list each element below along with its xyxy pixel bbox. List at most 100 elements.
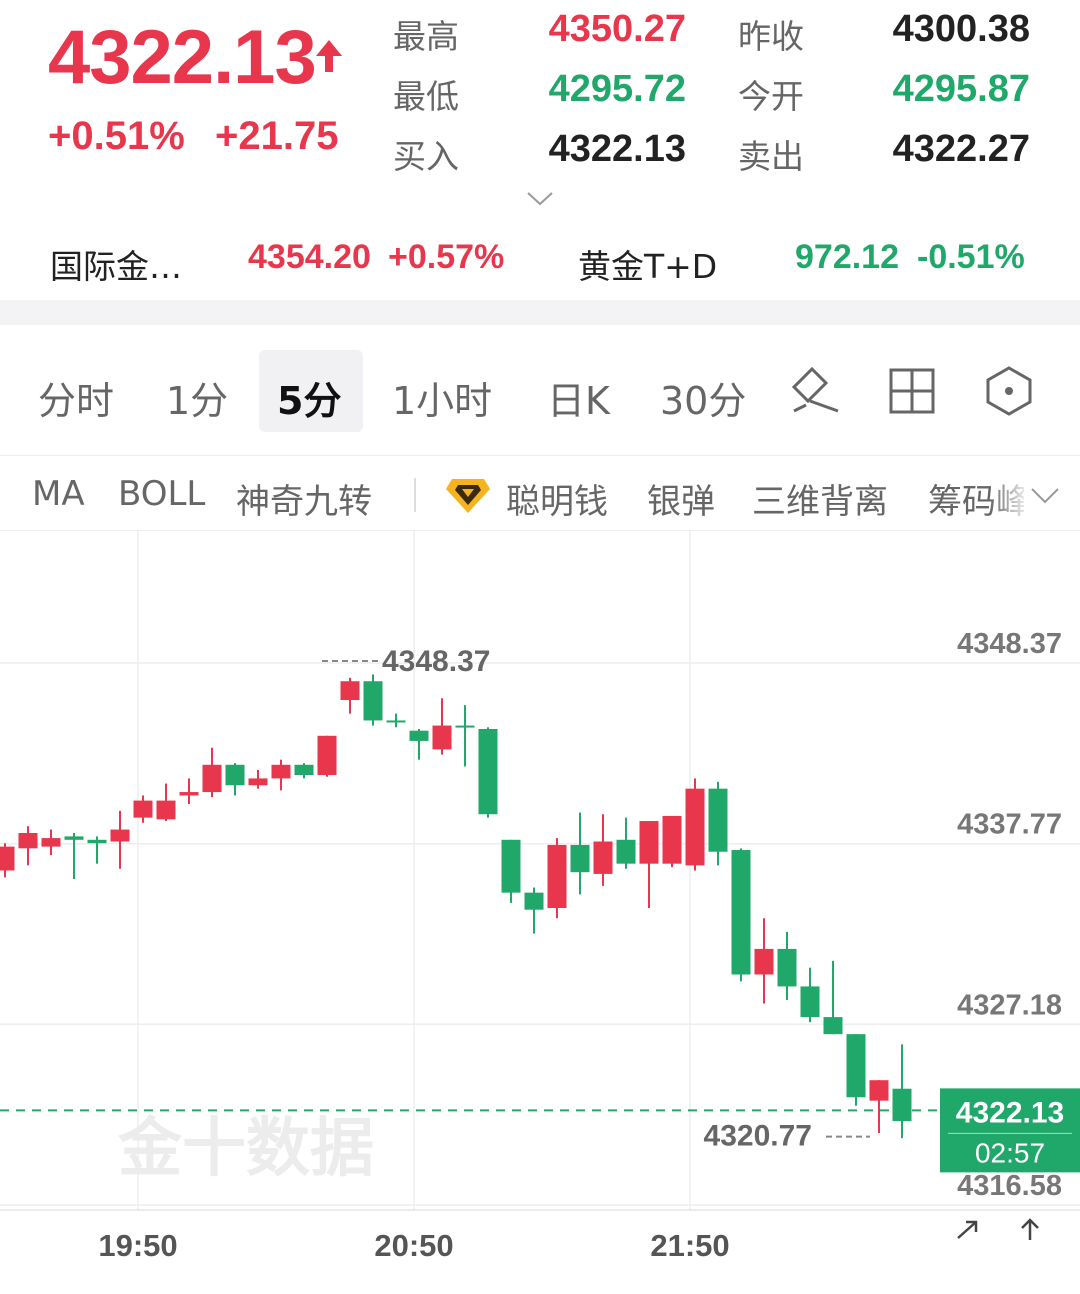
candle [294,763,314,779]
candle [271,759,291,791]
candle [892,1044,912,1139]
indicator-3d-divergence[interactable]: 三维背离 [752,474,888,523]
candle-body [754,948,774,975]
quote-header: 4322.13 +0.51% +21.75 最高 4350.27 最低 4295… [0,0,1080,300]
indicator-silver-bullet[interactable]: 银弹 [647,474,715,523]
low-value: 4295.72 [548,68,686,110]
candle [156,783,176,822]
related-name-0[interactable]: 国际金… [50,240,182,288]
candle-body [409,730,429,741]
y-tick-label: 4348.37 [957,628,1062,660]
indicator-magic-nine[interactable]: 神奇九转 [236,474,372,523]
ask-label: 卖出 [738,137,804,176]
indicator-divider [414,478,416,512]
candle-body [271,764,291,779]
y-tick-label: 4327.18 [957,989,1062,1021]
expand-icon-line [957,1221,977,1239]
candle [64,832,84,880]
candle [133,795,153,823]
countdown-label: 02:57 [975,1137,1045,1168]
candle [501,839,521,903]
high-label: 最高 [393,17,459,56]
candle [87,836,107,864]
current-price-label: 4322.13 [956,1096,1064,1129]
related-change-1: -0.51% [917,238,1025,276]
related-price-1: 972.12 [795,238,899,276]
change-amount: +21.75 [215,114,339,158]
candle [455,705,475,767]
candle [731,848,751,982]
candle-body [547,844,567,908]
candle-body [846,1034,866,1098]
candle-body [432,725,452,750]
tab-5min[interactable]: 5分 [277,370,341,425]
indicator-ma[interactable]: MA [32,474,85,514]
candle-body [133,800,153,818]
candle [478,727,498,818]
related-price-0: 4354.20 [248,238,371,276]
tab-fenshi[interactable]: 分时 [38,370,114,425]
candle [225,763,245,796]
candle-body [455,725,475,728]
candle [708,781,728,866]
settings-hex-icon[interactable] [984,365,1034,417]
x-tick-label: 21:50 [650,1228,729,1263]
diamond-badge-icon [446,479,490,513]
expand-icon[interactable] [957,1220,978,1239]
chevron-down-icon[interactable] [1030,486,1060,506]
candle-body [110,829,130,842]
indicator-boll[interactable]: BOLL [118,474,205,514]
candle [547,838,567,919]
candle [846,1034,866,1106]
candle-body [41,838,61,847]
candle [524,887,544,934]
candle-body [593,841,613,874]
candle-body [87,839,107,844]
candle-body [363,681,383,721]
tab-1min[interactable]: 1分 [166,370,228,425]
indicator-smart-money[interactable]: 聪明钱 [506,474,608,523]
candle-body [869,1080,889,1101]
candle [363,674,383,726]
candle [593,814,613,886]
watermark: 金十数据 [117,1112,374,1186]
high-value: 4350.27 [548,8,686,50]
chevron-down-icon[interactable] [526,190,554,208]
open-label: 今开 [738,77,804,116]
candle-body [501,839,521,893]
grid-layout-icon[interactable] [888,367,936,415]
candle-body [386,720,406,723]
bid-value: 4322.13 [548,128,686,170]
chart-canvas[interactable]: 4348.37 4337.77 4327.18 4316.58 19:50 20:50 21… [0,530,1080,1294]
candle-body [156,800,176,820]
candle-body [708,788,728,852]
candle [662,815,682,868]
candle-body [892,1088,912,1122]
candle [340,677,360,714]
indicator-fade [990,458,1030,528]
candle [823,960,843,1035]
candle-body [777,948,797,987]
candle [179,778,199,804]
candle-body [294,764,314,776]
related-name-1[interactable]: 黄金T+D [578,240,717,288]
candle-body [823,1017,843,1035]
x-tick-label: 20:50 [374,1228,453,1263]
candle [386,713,406,728]
indicator-bar: MA BOLL 神奇九转 聪明钱 银弹 三维背离 筹码峰 [0,458,1080,531]
candle [685,778,705,871]
candle [777,931,797,1001]
candlestick-chart[interactable]: 4348.37 4337.77 4327.18 4316.58 19:50 20:50 21… [0,530,1080,1294]
scroll-top-icon[interactable] [1021,1218,1039,1240]
candle [616,817,636,869]
tab-30min[interactable]: 30分 [660,370,746,425]
x-tick-label: 19:50 [98,1228,177,1263]
tab-1hour[interactable]: 1小时 [392,370,492,425]
candle-body [248,778,268,786]
change-percent: +0.51% [48,114,185,158]
up-arrow-icon [316,40,342,72]
draw-icon[interactable] [790,365,842,417]
candle-body [570,844,590,873]
tab-daily[interactable]: 日K [547,370,610,425]
low-marker-label: 4320.77 [704,1120,812,1153]
